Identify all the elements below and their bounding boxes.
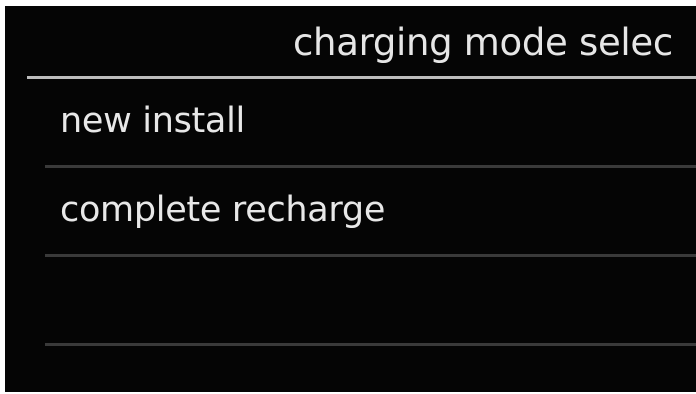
menu-item-complete-recharge[interactable]: complete recharge (45, 168, 696, 257)
menu-item-label: new install (60, 101, 245, 141)
menu-item-empty[interactable] (45, 257, 696, 346)
screen-header: charging mode selec (5, 6, 696, 76)
menu-item-new-install[interactable]: new install (45, 79, 696, 168)
device-screen: charging mode selec new install complete… (5, 6, 696, 392)
menu-item-label: complete recharge (60, 190, 386, 230)
page-title: charging mode selec (293, 21, 673, 64)
menu-divider (45, 343, 696, 346)
